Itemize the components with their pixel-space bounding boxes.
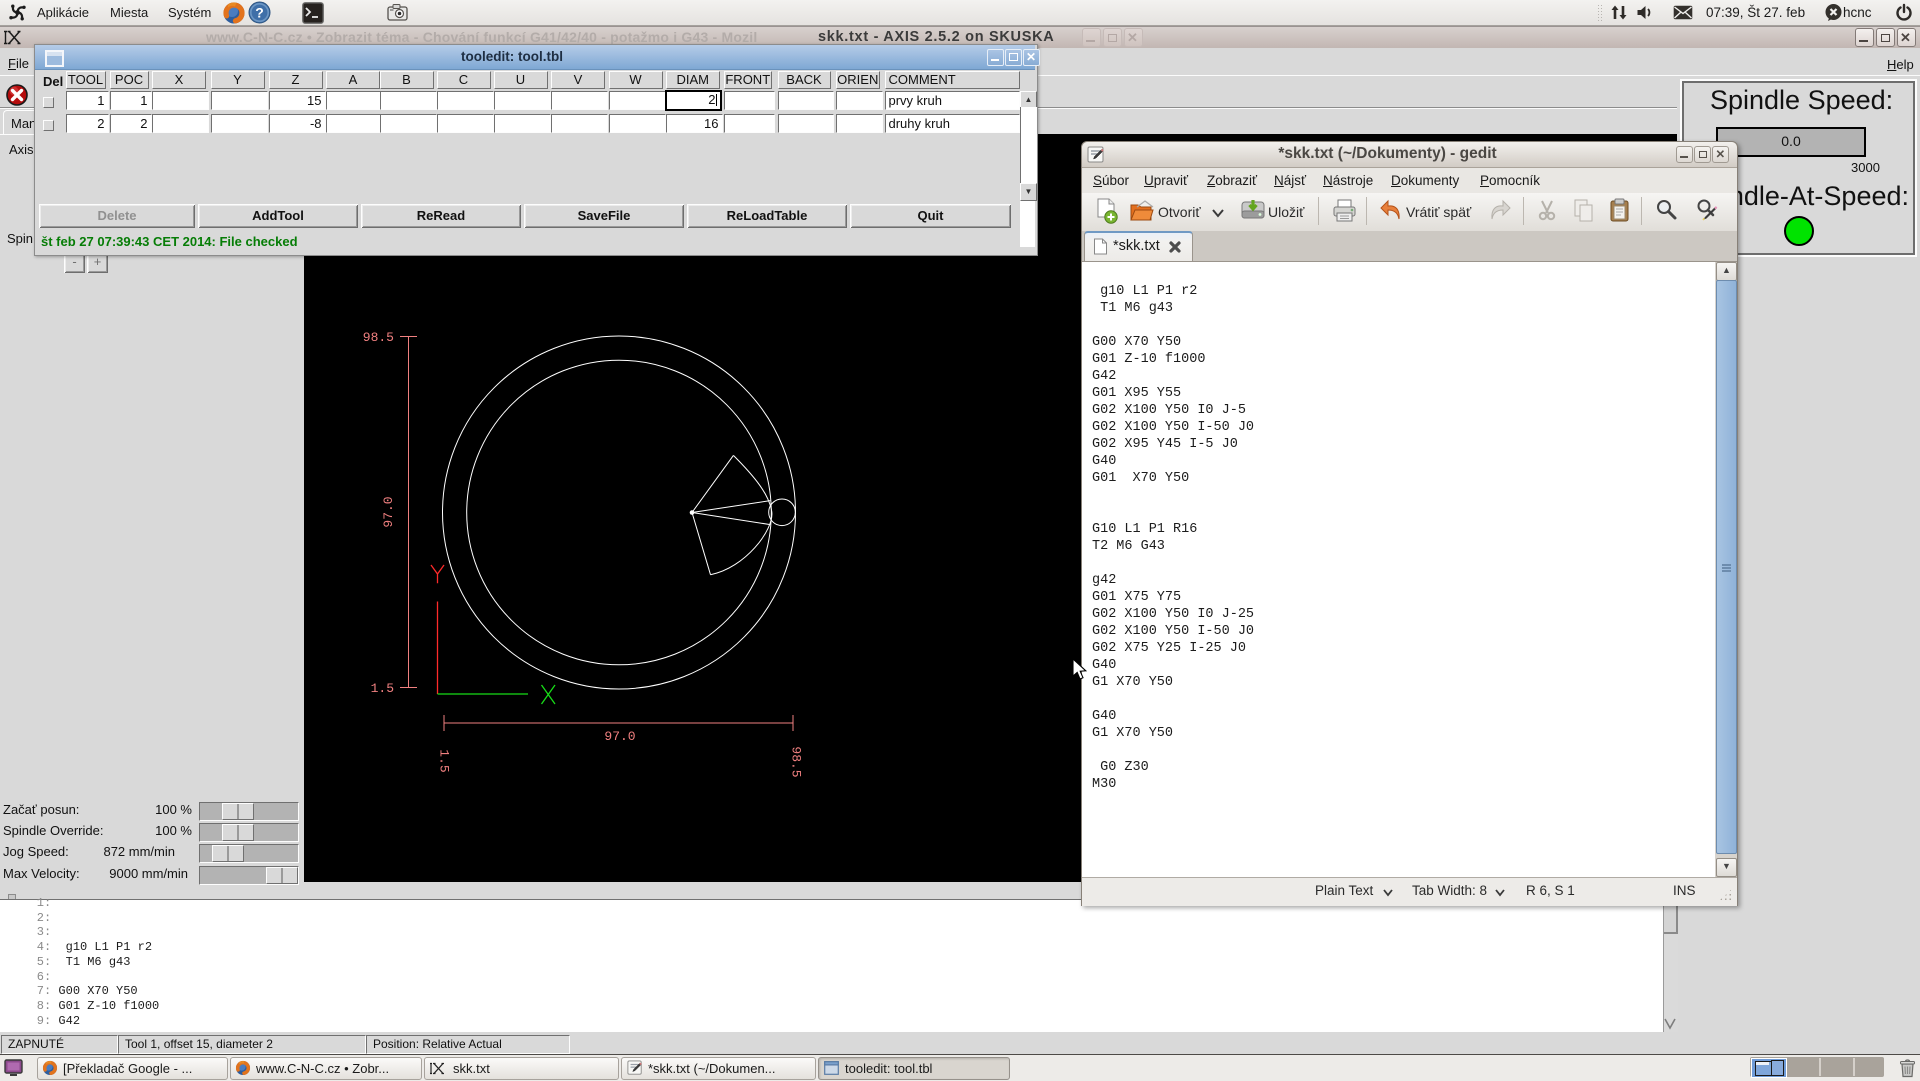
- svg-text:98.5: 98.5: [789, 746, 804, 777]
- svg-text:97.0: 97.0: [381, 496, 396, 527]
- svg-text:98.5: 98.5: [363, 330, 394, 345]
- svg-text:1.5: 1.5: [437, 749, 452, 772]
- svg-text:?: ?: [255, 5, 264, 21]
- svg-text:1.5: 1.5: [371, 681, 394, 696]
- svg-text:97.0: 97.0: [604, 729, 635, 744]
